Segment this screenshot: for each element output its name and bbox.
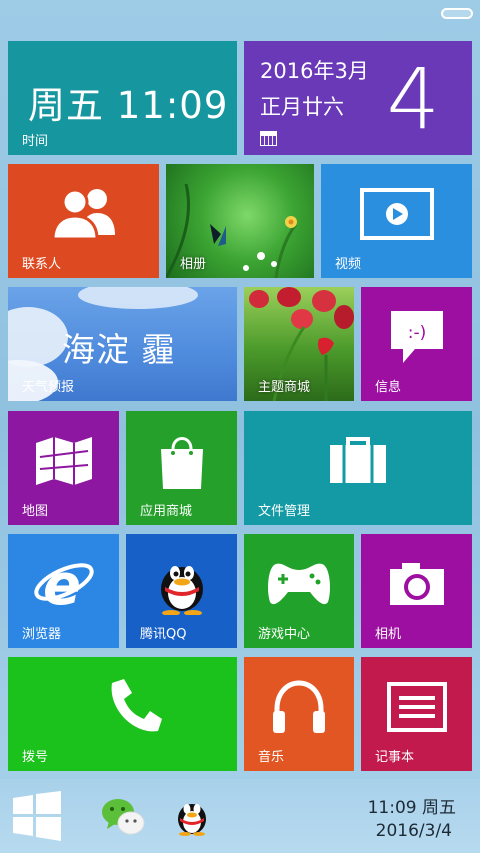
video-tile[interactable]: 视频 xyxy=(321,164,472,278)
dialer-tile[interactable]: 拨号 xyxy=(8,657,237,771)
camera-label: 相机 xyxy=(375,627,402,642)
notepad-icon xyxy=(386,682,447,733)
ie-browser-icon: e xyxy=(33,554,94,614)
maps-tile[interactable]: 地图 xyxy=(8,411,119,525)
briefcase-icon xyxy=(330,437,386,484)
svg-text:e: e xyxy=(43,554,81,614)
calendar-tile[interactable]: 2016年3月 正月廿六 4 xyxy=(244,41,472,155)
taskbar: 11:09 周五 2016/3/4 xyxy=(0,779,480,853)
games-label: 游戏中心 xyxy=(258,627,311,642)
map-icon xyxy=(35,437,92,486)
taskbar-date: 2016/3/4 xyxy=(375,821,452,841)
clock-time: 周五 11:09 xyxy=(28,84,229,127)
headphones-icon xyxy=(273,680,325,734)
phone-icon xyxy=(111,679,162,732)
video-label: 视频 xyxy=(335,257,362,272)
app-store-tile[interactable]: 应用商城 xyxy=(126,411,237,525)
theme-store-label: 主题商城 xyxy=(258,380,311,395)
maps-label: 地图 xyxy=(22,504,49,519)
file-manager-label: 文件管理 xyxy=(258,504,311,519)
album-tile[interactable]: 相册 xyxy=(166,164,314,278)
theme-store-tile[interactable]: 主题商城 xyxy=(244,287,354,401)
contacts-label: 联系人 xyxy=(22,257,62,272)
qq-penguin-icon xyxy=(160,566,203,616)
calendar-day: 4 xyxy=(386,50,440,148)
calendar-icon xyxy=(260,131,277,146)
dialer-label: 拨号 xyxy=(22,750,49,765)
windows-logo-icon[interactable] xyxy=(13,791,61,841)
browser-tile[interactable]: e 浏览器 xyxy=(8,534,119,648)
weather-city: 海淀 霾 xyxy=(62,330,176,369)
contacts-tile[interactable]: 联系人 xyxy=(8,164,159,278)
camera-tile[interactable]: 相机 xyxy=(361,534,472,648)
messages-label: 信息 xyxy=(375,380,402,395)
app-store-label: 应用商城 xyxy=(140,504,193,519)
messages-tile[interactable]: :-) 信息 xyxy=(361,287,472,401)
qq-icon[interactable] xyxy=(174,796,210,836)
weather-label: 天气预报 xyxy=(22,380,75,395)
notepad-label: 记事本 xyxy=(375,750,415,765)
music-tile[interactable]: 音乐 xyxy=(244,657,354,771)
game-controller-icon xyxy=(268,563,330,605)
calendar-month: 2016年3月 xyxy=(260,59,369,83)
message-emoticon: :-) xyxy=(407,323,426,343)
browser-label: 浏览器 xyxy=(22,627,62,642)
clock-label: 时间 xyxy=(22,134,49,149)
file-manager-tile[interactable]: 文件管理 xyxy=(244,411,472,525)
qq-tile[interactable]: 腾讯QQ xyxy=(126,534,237,648)
games-tile[interactable]: 游戏中心 xyxy=(244,534,354,648)
music-label: 音乐 xyxy=(258,750,285,765)
wechat-icon[interactable] xyxy=(101,797,145,837)
weather-tile[interactable]: 海淀 霾 天气预报 xyxy=(8,287,237,401)
battery-icon xyxy=(441,8,473,19)
album-label: 相册 xyxy=(180,257,207,272)
camera-icon xyxy=(389,563,444,606)
message-bubble-icon: :-) xyxy=(390,311,443,364)
clock-tile[interactable]: 周五 11:09 时间 xyxy=(8,41,237,155)
shopping-bag-icon xyxy=(160,437,203,490)
contacts-icon xyxy=(50,188,115,241)
notepad-tile[interactable]: 记事本 xyxy=(361,657,472,771)
video-play-icon xyxy=(359,188,434,241)
taskbar-time: 11:09 周五 xyxy=(367,798,456,818)
qq-label: 腾讯QQ xyxy=(140,627,187,642)
calendar-lunar-date: 正月廿六 xyxy=(260,95,344,119)
